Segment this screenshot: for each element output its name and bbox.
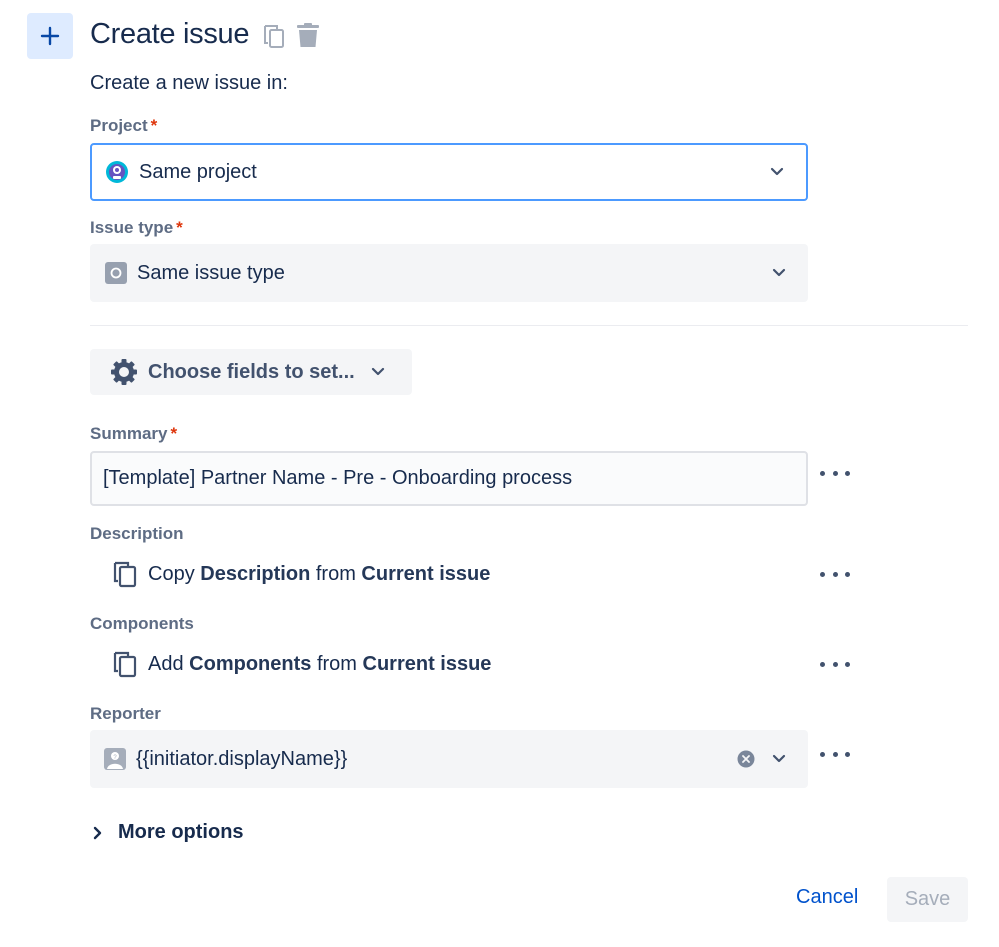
required-mark: * [150,116,158,135]
copy-icon [113,651,137,678]
project-label: Project * [90,116,158,135]
project-value: Same project [139,160,257,183]
more-options-toggle[interactable]: More options [92,821,244,844]
gear-icon [111,359,137,385]
reporter-more-button[interactable] [820,747,850,761]
clear-icon[interactable] [737,750,755,768]
description-more-button[interactable] [820,567,850,581]
reporter-value: {{initiator.displayName}} [136,747,348,770]
required-mark: * [170,424,178,443]
save-button[interactable]: Save [887,877,968,922]
chevron-down-icon [772,754,786,763]
reporter-label: Reporter [90,704,161,723]
page-title: Create issue [90,18,250,50]
issue-type-label: Issue type * [90,218,183,237]
section-divider [90,325,968,326]
more-dot-icon [832,661,838,667]
copy-icon [113,561,137,588]
summary-value: [Template] Partner Name - Pre - Onboardi… [103,467,573,489]
reporter-select[interactable]: ? {{initiator.displayName}} [90,730,808,788]
more-dot-icon [832,571,838,577]
chevron-down-icon [770,167,784,176]
project-avatar-icon [106,161,128,183]
project-select[interactable]: Same project [90,143,808,201]
chevron-down-icon [772,268,786,277]
trash-icon[interactable] [296,23,320,49]
avatar-icon: ? [104,748,126,770]
components-more-button[interactable] [820,657,850,671]
more-dot-icon [845,470,850,476]
issue-type-icon [105,262,127,284]
summary-label: Summary * [90,424,178,443]
chevron-right-icon [93,826,102,839]
description-copy-row[interactable]: Copy Description from Current issue [112,560,490,588]
more-options-label: More options [118,821,244,843]
more-dot-icon [820,571,825,577]
more-dot-icon [845,751,850,757]
more-dot-icon [820,470,825,476]
issue-type-select[interactable]: Same issue type [90,244,808,302]
description-label: Description [90,524,184,543]
more-dot-icon [832,751,838,757]
cancel-button[interactable]: Cancel [796,886,858,909]
more-dot-icon [820,751,825,757]
required-mark: * [176,218,183,237]
plus-icon [40,26,60,46]
choose-fields-button[interactable]: Choose fields to set... [90,349,412,395]
summary-input[interactable]: [Template] Partner Name - Pre - Onboardi… [90,451,808,506]
chevron-down-icon [371,367,384,376]
add-action-button[interactable] [27,13,73,59]
choose-fields-label: Choose fields to set... [148,360,355,383]
components-copy-row[interactable]: Add Components from Current issue [112,650,491,678]
summary-more-button[interactable] [820,466,850,480]
create-subtitle: Create a new issue in: [90,72,288,94]
more-dot-icon [845,661,850,667]
more-dot-icon [820,661,825,667]
more-dot-icon [832,470,838,476]
copy-icon[interactable] [262,23,286,49]
components-label: Components [90,614,194,633]
issue-type-value: Same issue type [137,261,285,284]
more-dot-icon [845,571,850,577]
